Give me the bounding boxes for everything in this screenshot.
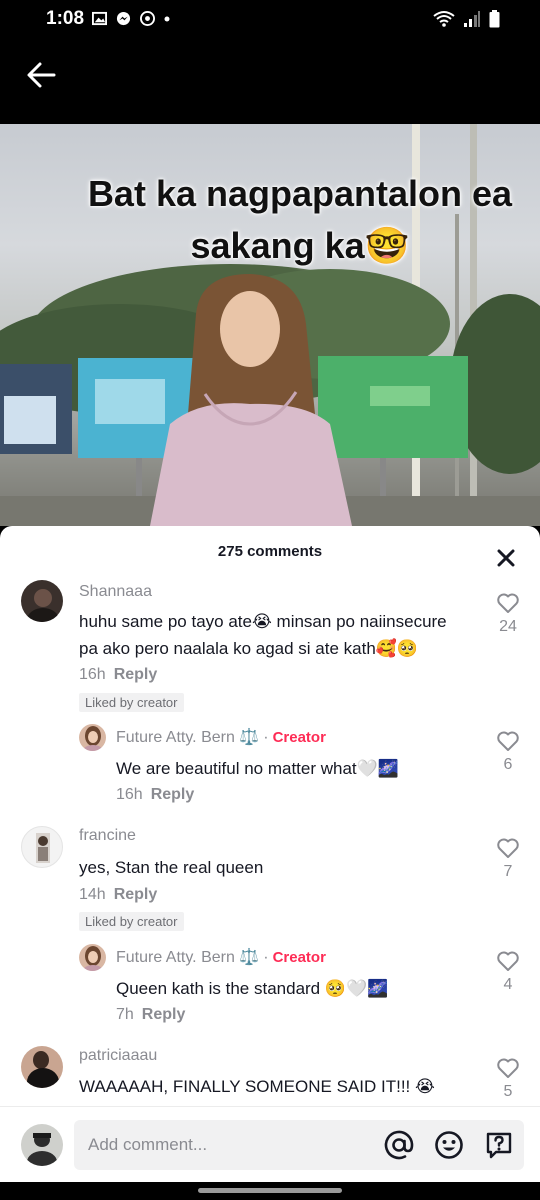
reply-meta: 16h Reply <box>116 786 194 804</box>
top-bar <box>0 40 540 124</box>
like-button[interactable]: 7 <box>488 837 528 881</box>
status-bar: 1:08 <box>0 0 540 40</box>
comment-text-line: pa ako pero naalala ko agad si ate kath🥰… <box>79 639 419 658</box>
comment-username[interactable]: francine <box>79 827 136 845</box>
avatar-shannaaa[interactable] <box>21 580 63 622</box>
liked-by-creator-badge: Liked by creator <box>79 693 184 712</box>
heart-icon <box>497 593 519 613</box>
reply-meta: 7h Reply <box>116 1006 185 1024</box>
overlay-line-2-text: sakang ka <box>190 225 365 266</box>
reply-text: Queen kath is the standard 🥺🤍🌌 <box>116 979 389 998</box>
heart-icon <box>497 951 519 971</box>
like-button[interactable]: 5 <box>488 1057 528 1101</box>
heart-icon <box>497 731 519 751</box>
status-notification-icons <box>92 11 170 26</box>
separator-dot: · <box>263 729 269 746</box>
like-button[interactable]: 24 <box>488 592 528 636</box>
separator-dot: · <box>263 949 269 966</box>
comment-username[interactable]: Shannaaa <box>79 583 152 601</box>
like-button[interactable]: 4 <box>488 950 528 994</box>
wifi-icon <box>433 11 455 27</box>
comment-text: yes, Stan the real queen <box>79 858 264 877</box>
avatar-francine[interactable] <box>21 826 63 868</box>
nerd-emoji-icon: 🤓 <box>364 225 410 266</box>
comment-text: WAAAAAH, FINALLY SOMEONE SAID IT!!! 😭 <box>79 1077 435 1096</box>
emoji-icon[interactable] <box>434 1130 464 1160</box>
like-count: 6 <box>503 756 513 773</box>
status-time: 1:08 <box>46 8 85 29</box>
comment-text: huhu same po tayo ate😭 minsan po naiinse… <box>79 608 447 662</box>
reply-button[interactable]: Reply <box>114 666 158 683</box>
comment-text-line: huhu same po tayo ate😭 minsan po naiinse… <box>79 612 447 631</box>
avatar-creator[interactable] <box>79 944 106 971</box>
current-user-avatar[interactable] <box>21 1124 63 1166</box>
comment-input-bar <box>0 1106 540 1182</box>
reply-time: 7h <box>116 1006 134 1023</box>
home-indicator[interactable] <box>198 1188 342 1193</box>
signal-icon <box>464 11 480 27</box>
reply-username[interactable]: Future Atty. Bern ⚖️ <box>116 729 259 746</box>
reply-button[interactable]: Reply <box>114 886 158 903</box>
reply-username[interactable]: Future Atty. Bern ⚖️ <box>116 949 259 966</box>
comments-sheet: 275 comments Shannaaa huhu same po tayo … <box>0 526 540 1200</box>
reply-button[interactable]: Reply <box>142 1006 186 1023</box>
avatar-creator[interactable] <box>79 724 106 751</box>
chrome-icon <box>140 11 155 26</box>
comment-meta: 14h Reply <box>79 886 157 904</box>
messenger-icon <box>116 11 131 26</box>
comment-username[interactable]: patriciaaau <box>79 1047 157 1065</box>
comment-input[interactable] <box>88 1120 378 1170</box>
back-arrow-icon[interactable] <box>24 58 58 92</box>
comment-time: 16h <box>79 666 106 683</box>
status-system-icons <box>433 10 500 28</box>
comment-time: 14h <box>79 886 106 903</box>
reply-time: 16h <box>116 786 143 803</box>
video-player[interactable]: Bat ka nagpapantalon ea sakang ka🤓 <box>0 124 540 526</box>
reply-username-row: Future Atty. Bern ⚖️ · Creator <box>116 727 326 747</box>
liked-by-creator-badge: Liked by creator <box>79 912 184 931</box>
like-count: 5 <box>503 1083 513 1100</box>
notification-dot-icon <box>164 16 170 21</box>
system-nav-bar <box>0 1182 540 1200</box>
question-icon[interactable] <box>484 1130 514 1160</box>
gallery-icon <box>92 11 107 26</box>
creator-label: Creator <box>272 949 326 966</box>
like-count: 24 <box>499 618 517 635</box>
video-overlay-caption: Bat ka nagpapantalon ea sakang ka🤓 <box>60 168 540 272</box>
overlay-line-2: sakang ka🤓 <box>60 220 540 272</box>
comment-meta: 16h Reply <box>79 666 157 684</box>
heart-icon <box>497 838 519 858</box>
reply-button[interactable]: Reply <box>151 786 195 803</box>
mention-icon[interactable] <box>384 1130 414 1160</box>
comment-input-container <box>74 1120 524 1170</box>
heart-icon <box>497 1058 519 1078</box>
like-count: 4 <box>503 976 513 993</box>
like-count: 7 <box>503 863 513 880</box>
reply-text: We are beautiful no matter what🤍🌌 <box>116 759 399 778</box>
battery-icon <box>489 10 500 28</box>
comments-count-title: 275 comments <box>217 543 323 560</box>
close-icon[interactable] <box>496 548 516 568</box>
avatar-patriciaaau[interactable] <box>21 1046 63 1088</box>
reply-username-row: Future Atty. Bern ⚖️ · Creator <box>116 947 326 967</box>
like-button[interactable]: 6 <box>488 730 528 774</box>
overlay-line-1: Bat ka nagpapantalon ea <box>87 173 513 214</box>
creator-label: Creator <box>272 729 326 746</box>
